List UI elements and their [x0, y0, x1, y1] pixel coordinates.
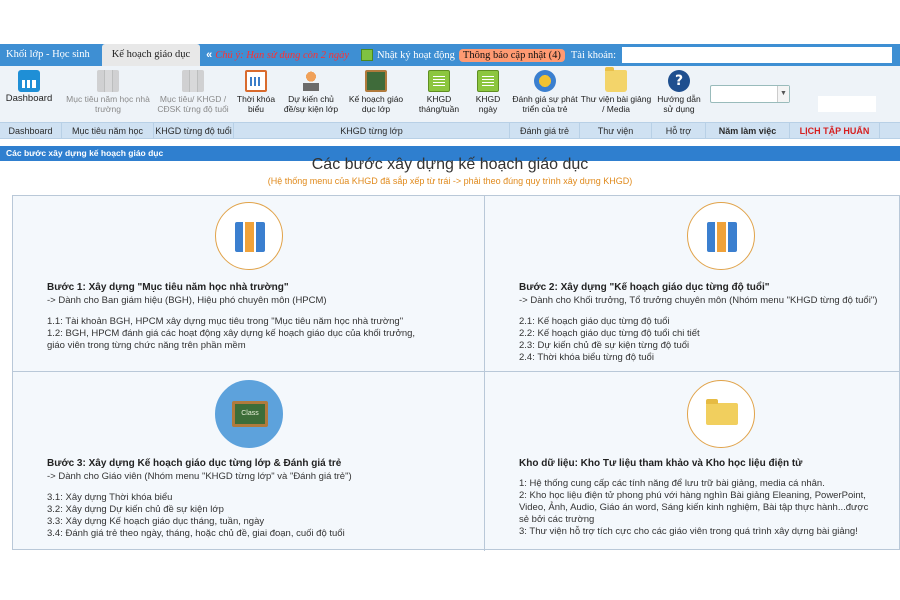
binder-icon	[182, 70, 204, 92]
data-store-line: Video, Ảnh, Audio, Giáo án word, Sáng ki…	[519, 502, 869, 513]
toolbar-class-topics[interactable]: Dự kiến chủ đề/sự kiện lớp	[282, 70, 340, 114]
category-age[interactable]: KHGD từng độ tuổi	[154, 123, 234, 139]
category-class[interactable]: KHGD từng lớp	[234, 123, 510, 139]
binder-icon	[707, 222, 737, 252]
steps-grid: Bước 1: Xây dựng "Mục tiêu năm học nhà t…	[12, 195, 900, 551]
category-support[interactable]: Hỗ trợ	[652, 123, 706, 139]
step-1-circle	[215, 202, 283, 270]
toolbar-daily-plan[interactable]: KHGD ngày	[468, 70, 508, 114]
toolbar-dashboard[interactable]: Dashboard	[4, 70, 54, 104]
toolbar-media-library[interactable]: Thư viện bài giảng / Media	[580, 67, 652, 114]
step-2-card: Bước 2: Xây dựng "Kế hoạch giáo dục từng…	[485, 196, 900, 372]
toolbar-extra-box[interactable]	[818, 96, 876, 112]
step-2-line: 2.4: Thời khóa biểu từng độ tuổi	[519, 352, 654, 363]
badge-icon	[534, 70, 556, 92]
step-3-audience: -> Dành cho Giáo viên (Nhóm menu "KHGD t…	[47, 471, 352, 482]
book-icon	[428, 70, 450, 92]
step-2-line: 2.3: Dự kiến chủ đề sự kiện từng độ tuổi	[519, 340, 690, 351]
tab-students[interactable]: Khối lớp - Học sinh	[0, 44, 96, 66]
toolbar-class-plan[interactable]: Kế hoạch giáo dục lớp	[344, 70, 408, 114]
category-row: Dashboard Mục tiêu năm học KHGD từng độ …	[0, 122, 900, 139]
blackboard-icon	[365, 70, 387, 92]
year-select[interactable]: ▼	[710, 85, 790, 103]
tab-education-plan[interactable]: Kế hoạch giáo dục	[101, 44, 201, 66]
page-title: Các bước xây dựng kế hoạch giáo dục	[311, 156, 589, 173]
folder-icon	[605, 67, 627, 92]
binder-icon	[235, 222, 265, 252]
step-1-line: 1.2: BGH, HPCM đánh giá các hoạt động xâ…	[47, 328, 416, 339]
data-store-line: 3: Thư viện hỗ trợ tích cực cho các giáo…	[519, 526, 858, 537]
step-2-line: 2.2: Kế hoạch giáo dục từng độ tuổi chi …	[519, 328, 700, 339]
step-2-heading: Bước 2: Xây dựng "Kế hoạch giáo dục từng…	[519, 282, 770, 293]
blackboard-icon: Class	[232, 401, 268, 427]
account-name-box[interactable]	[622, 47, 893, 63]
data-store-card: Kho dữ liệu: Kho Tư liệu tham khảo và Kh…	[485, 372, 900, 551]
category-eval[interactable]: Đánh giá trẻ	[510, 123, 580, 139]
data-store-line: 2: Kho học liệu điện tử phong phú với hà…	[519, 490, 866, 501]
update-notice-badge[interactable]: Thông báo cập nhật (4)	[458, 48, 565, 62]
toolbar-child-evaluation[interactable]: Đánh giá sự phát triển của trẻ	[512, 70, 578, 114]
step-3-card: Class Bước 3: Xây dựng Kế hoạch giáo dục…	[13, 372, 485, 551]
toolbar-monthly-plan[interactable]: KHGD tháng/tuần	[414, 70, 464, 114]
step-3-line: 3.1: Xây dựng Thời khóa biểu	[47, 492, 173, 503]
toolbar-age-goals[interactable]: Mục tiêu/ KHGD / CĐSK từng độ tuổi	[156, 70, 230, 114]
binder-icon	[97, 70, 119, 92]
page-subtitle: (Hệ thống menu của KHGD đã sắp xếp từ tr…	[267, 176, 633, 186]
step-3-line: 3.3: Xây dựng Kế hoạch giáo dục tháng, t…	[47, 516, 265, 527]
toolbar-timetable[interactable]: Thời khóa biểu	[232, 70, 280, 114]
step-3-line: 3.4: Đánh giá trẻ theo ngày, tháng, hoặc…	[47, 528, 345, 539]
step-3-line: 3.2: Xây dựng Dự kiến chủ đề sự kiện lớp	[47, 504, 224, 515]
top-tab-bar: Khối lớp - Học sinh Kế hoạch giáo dục « …	[0, 44, 900, 66]
account-label: Tài khoản:	[570, 49, 617, 61]
folder-icon	[706, 399, 738, 425]
chevron-down-icon[interactable]: ▼	[777, 86, 789, 102]
data-store-line: sẻ bởi các trường	[519, 514, 595, 525]
step-1-line: 1.1: Tài khoản BGH, HPCM xây dựng mục ti…	[47, 316, 404, 327]
step-2-line: 2.1: Kế hoạch giáo dục từng độ tuổi	[519, 316, 670, 327]
dashboard-icon	[18, 70, 40, 92]
step-1-card: Bước 1: Xây dựng "Mục tiêu năm học nhà t…	[13, 196, 485, 372]
category-library[interactable]: Thư viện	[580, 123, 652, 139]
data-store-line: 1: Hệ thống cung cấp các tính năng để lư…	[519, 478, 825, 489]
category-training[interactable]: LỊCH TẬP HUẤN	[790, 123, 880, 139]
step-3-circle: Class	[215, 380, 283, 448]
step-1-heading: Bước 1: Xây dựng "Mục tiêu năm học nhà t…	[47, 282, 289, 293]
data-store-circle	[687, 380, 755, 448]
help-icon	[668, 70, 690, 92]
book-icon	[477, 70, 499, 92]
step-3-heading: Bước 3: Xây dựng Kế hoạch giáo dục từng …	[47, 458, 342, 469]
toolbar-help[interactable]: Hướng dẫn sử dụng	[654, 70, 704, 114]
toolbar-school-goals[interactable]: Mục tiêu năm học nhà trường	[62, 70, 154, 114]
blackboard-label: Class	[241, 410, 259, 417]
step-1-audience: -> Dành cho Ban giám hiệu (BGH), Hiệu ph…	[47, 295, 327, 306]
data-store-heading: Kho dữ liệu: Kho Tư liệu tham khảo và Kh…	[519, 458, 803, 469]
collapse-arrow-icon[interactable]: «	[206, 49, 212, 61]
expiry-warning: Chú ý: Hạn sử dụng còn 2 ngày	[215, 49, 350, 61]
teacher-icon	[300, 70, 322, 92]
step-1-line: giáo viên trong từng chức năng trên phần…	[47, 340, 246, 351]
category-dashboard[interactable]: Dashboard	[0, 123, 62, 139]
category-year[interactable]: Năm làm việc	[706, 123, 790, 139]
activity-diary-link[interactable]: Nhật ký hoạt động	[377, 50, 455, 61]
step-2-circle	[687, 202, 755, 270]
diary-icon[interactable]	[361, 49, 374, 61]
calendar-icon	[245, 70, 267, 92]
category-goals[interactable]: Mục tiêu năm học	[62, 123, 154, 139]
step-2-audience: -> Dành cho Khối trưởng, Tổ trưởng chuyê…	[519, 295, 878, 306]
